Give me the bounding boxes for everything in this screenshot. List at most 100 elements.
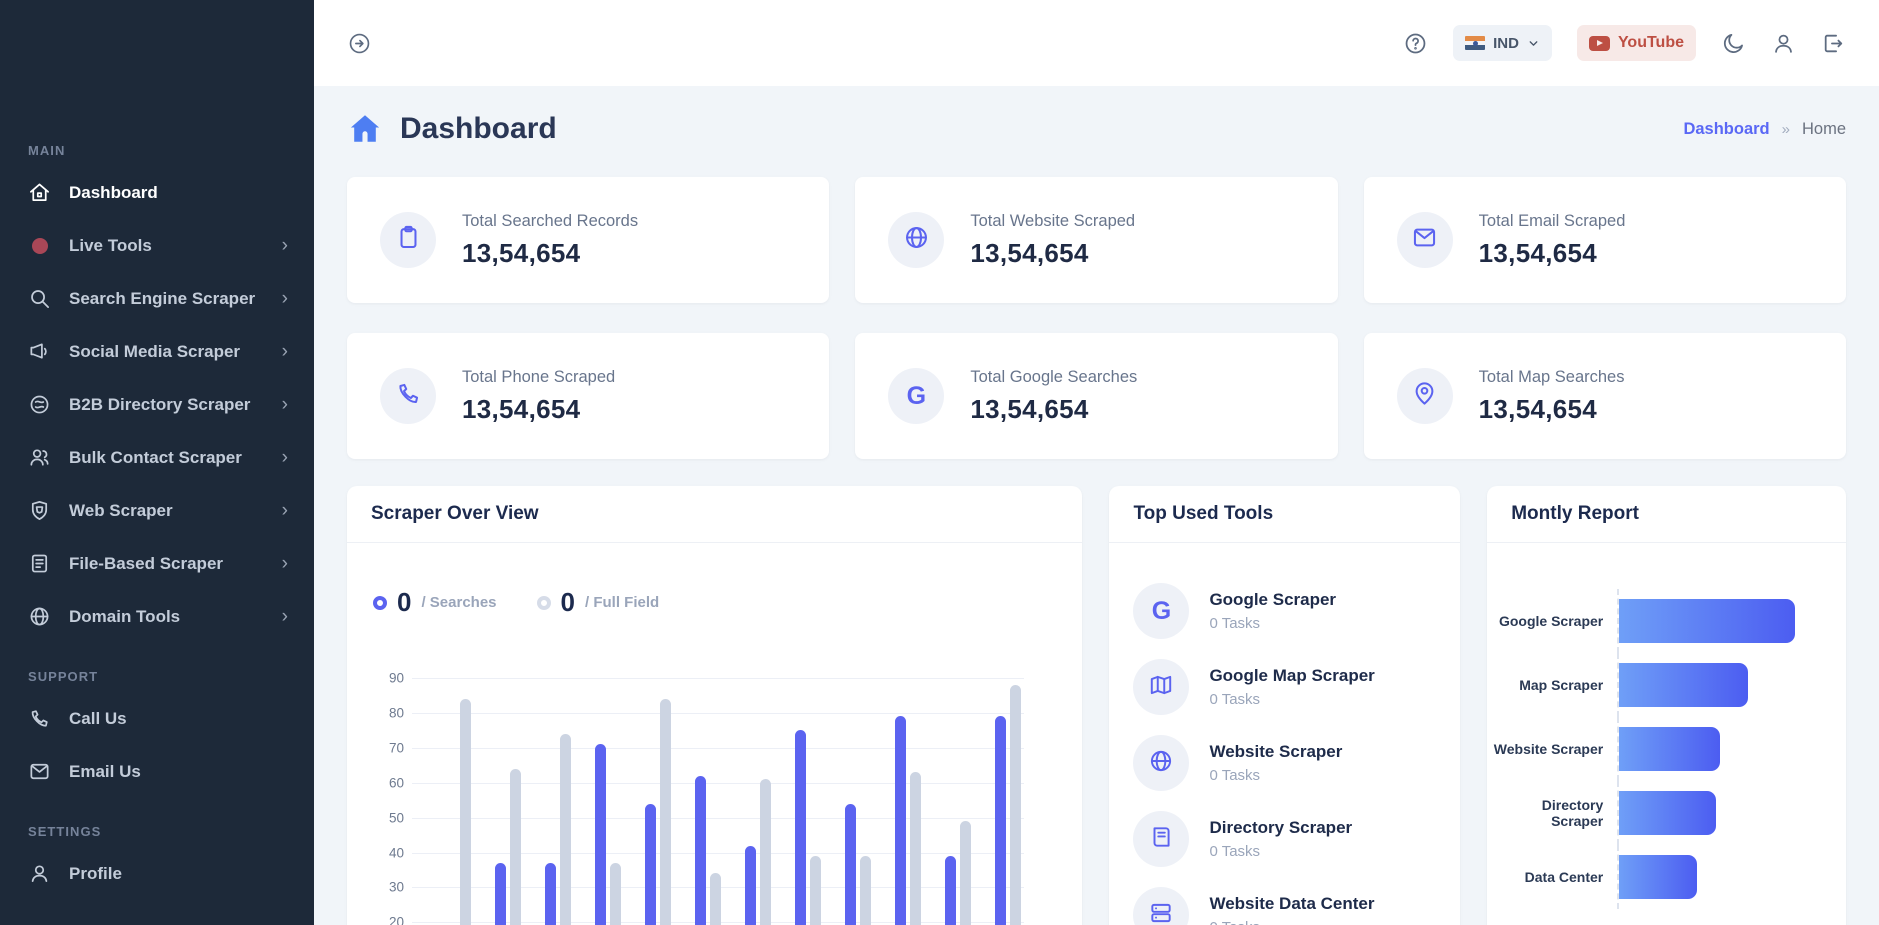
- bar-full-field: [760, 779, 771, 925]
- gridline: [412, 748, 1024, 749]
- tool-row-google-scraper[interactable]: GGoogle Scraper0 Tasks: [1133, 573, 1436, 649]
- youtube-button[interactable]: YouTube: [1577, 25, 1696, 61]
- logout-button[interactable]: [1821, 31, 1846, 56]
- tool-task-count: 0 Tasks: [1209, 919, 1374, 925]
- sidebar-item-label: Live Tools: [69, 236, 152, 256]
- legend-dot-icon: [537, 596, 551, 610]
- youtube-icon: [1589, 36, 1610, 51]
- sidebar-section-settings: SETTINGS Profile: [0, 824, 314, 900]
- stat-label: Total Searched Records: [462, 212, 638, 231]
- sidebar-item-label: Profile: [69, 864, 122, 884]
- legend-label: / Searches: [421, 594, 496, 611]
- sidebar-item-profile[interactable]: Profile: [0, 847, 314, 900]
- legend-count: 0: [561, 587, 575, 618]
- bar-searches: [495, 863, 506, 925]
- sidebar-item-b2b-directory-scraper[interactable]: B2B Directory Scraper›: [0, 378, 314, 431]
- sidebar: MAINDashboardLive Tools›Search Engine Sc…: [0, 0, 314, 925]
- monthly-category-label: Website Scraper: [1487, 741, 1617, 757]
- tool-name: Directory Scraper: [1209, 818, 1352, 838]
- tool-row-website-scraper[interactable]: Website Scraper0 Tasks: [1133, 725, 1436, 801]
- language-code: IND: [1493, 35, 1519, 52]
- stat-info: Total Google Searches 13,54,654: [970, 368, 1137, 425]
- main-column: IND YouTube Dashboard: [314, 0, 1879, 925]
- globe-icon: [903, 224, 930, 256]
- monthly-category-label: Data Center: [1487, 869, 1617, 885]
- breadcrumb-home: Home: [1802, 120, 1846, 139]
- tool-row-directory-scraper[interactable]: Directory Scraper0 Tasks: [1133, 801, 1436, 877]
- tool-row-website-data-center[interactable]: Website Data Center0 Tasks: [1133, 877, 1436, 925]
- help-button[interactable]: [1403, 31, 1428, 56]
- sidebar-item-dashboard[interactable]: Dashboard: [0, 166, 314, 219]
- legend-item--searches[interactable]: 0/ Searches: [373, 587, 497, 618]
- top-used-tools-panel: Top Used Tools GGoogle Scraper0 TasksGoo…: [1109, 486, 1460, 925]
- map-pin-icon: [1411, 380, 1438, 412]
- stat-info: Total Email Scraped13,54,654: [1479, 212, 1626, 269]
- sidebar-item-label: Call Us: [69, 709, 127, 729]
- scraper-overview-panel: Scraper Over View 0/ Searches0/ Full Fie…: [347, 486, 1082, 925]
- sidebar-item-live-tools[interactable]: Live Tools›: [0, 219, 314, 272]
- tool-icon-circle: [1133, 887, 1189, 925]
- chevron-right-icon: ›: [282, 501, 288, 520]
- tool-info: Website Scraper0 Tasks: [1209, 742, 1342, 784]
- sidebar-section-label: MAIN: [0, 143, 314, 158]
- tool-icon-circle: [1133, 735, 1189, 791]
- stat-value: 13,54,654: [462, 394, 615, 425]
- stat-icon-circle: [380, 212, 436, 268]
- tool-row-google-map-scraper[interactable]: Google Map Scraper0 Tasks: [1133, 649, 1436, 725]
- youtube-label: YouTube: [1618, 34, 1684, 52]
- profile-button[interactable]: [1771, 31, 1796, 56]
- breadcrumb: Dashboard » Home: [1683, 120, 1846, 139]
- stat-value: 13,54,654: [462, 238, 638, 269]
- sidebar-item-file-based-scraper[interactable]: File-Based Scraper›: [0, 537, 314, 590]
- page-header: Dashboard Dashboard » Home: [347, 111, 1846, 147]
- sidebar-item-search-engine-scraper[interactable]: Search Engine Scraper›: [0, 272, 314, 325]
- bar-searches: [745, 846, 756, 925]
- india-flag-icon: [1465, 36, 1485, 50]
- sidebar-item-web-scraper[interactable]: Web Scraper›: [0, 484, 314, 537]
- tool-icon-circle: [1133, 659, 1189, 715]
- file-lines-icon: [28, 552, 51, 575]
- sidebar-section-support: SUPPORTCall UsEmail Us: [0, 669, 314, 798]
- sidebar-item-label: Dashboard: [69, 183, 158, 203]
- book-icon: [1148, 824, 1174, 855]
- stat-value: 13,54,654: [1479, 238, 1626, 269]
- stat-card-total-google-searches: GTotal Google Searches13,54,654: [855, 333, 1337, 459]
- y-axis-tick: 80: [371, 705, 404, 720]
- bar-full-field: [460, 699, 471, 925]
- map-icon: [1148, 672, 1174, 703]
- bar-full-field: [660, 699, 671, 925]
- tool-task-count: 0 Tasks: [1209, 615, 1336, 632]
- bar-searches: [995, 716, 1006, 925]
- tool-icon-circle: [1133, 811, 1189, 867]
- sidebar-item-bulk-contact-scraper[interactable]: Bulk Contact Scraper›: [0, 431, 314, 484]
- monthly-bar-area: [1617, 781, 1822, 845]
- stat-label: Total Google Searches: [970, 368, 1137, 387]
- breadcrumb-dashboard-link[interactable]: Dashboard: [1683, 120, 1769, 139]
- monthly-bar: [1619, 791, 1716, 835]
- chevron-right-icon: ›: [282, 342, 288, 361]
- legend-label: / Full Field: [585, 594, 659, 611]
- legend-item--full-field[interactable]: 0 / Full Field: [537, 587, 660, 618]
- sidebar-item-label: Social Media Scraper: [69, 342, 240, 362]
- globe-icon: [28, 605, 51, 628]
- bar-searches: [795, 730, 806, 925]
- tool-name: Google Scraper: [1209, 590, 1336, 610]
- sidebar-toggle-button[interactable]: [347, 31, 372, 56]
- users-icon: [28, 446, 51, 469]
- sidebar-item-label: Domain Tools: [69, 607, 180, 627]
- dark-mode-toggle[interactable]: [1721, 31, 1746, 56]
- stat-value: 13,54,654: [970, 394, 1137, 425]
- clipboard-icon: [395, 224, 422, 256]
- panel-title: Top Used Tools: [1133, 503, 1273, 524]
- sidebar-item-email-us[interactable]: Email Us: [0, 745, 314, 798]
- monthly-category-label: Map Scraper: [1487, 677, 1617, 693]
- language-selector[interactable]: IND: [1453, 25, 1552, 61]
- chevron-right-icon: ›: [282, 448, 288, 467]
- monthly-row-website-scraper: Website Scraper: [1487, 717, 1822, 781]
- stat-value: 13,54,654: [970, 238, 1135, 269]
- sidebar-item-call-us[interactable]: Call Us: [0, 692, 314, 745]
- sidebar-item-social-media-scraper[interactable]: Social Media Scraper ›: [0, 325, 314, 378]
- sidebar-section-label: SETTINGS: [0, 824, 314, 839]
- sidebar-item-domain-tools[interactable]: Domain Tools›: [0, 590, 314, 643]
- megaphone-icon: [28, 340, 51, 363]
